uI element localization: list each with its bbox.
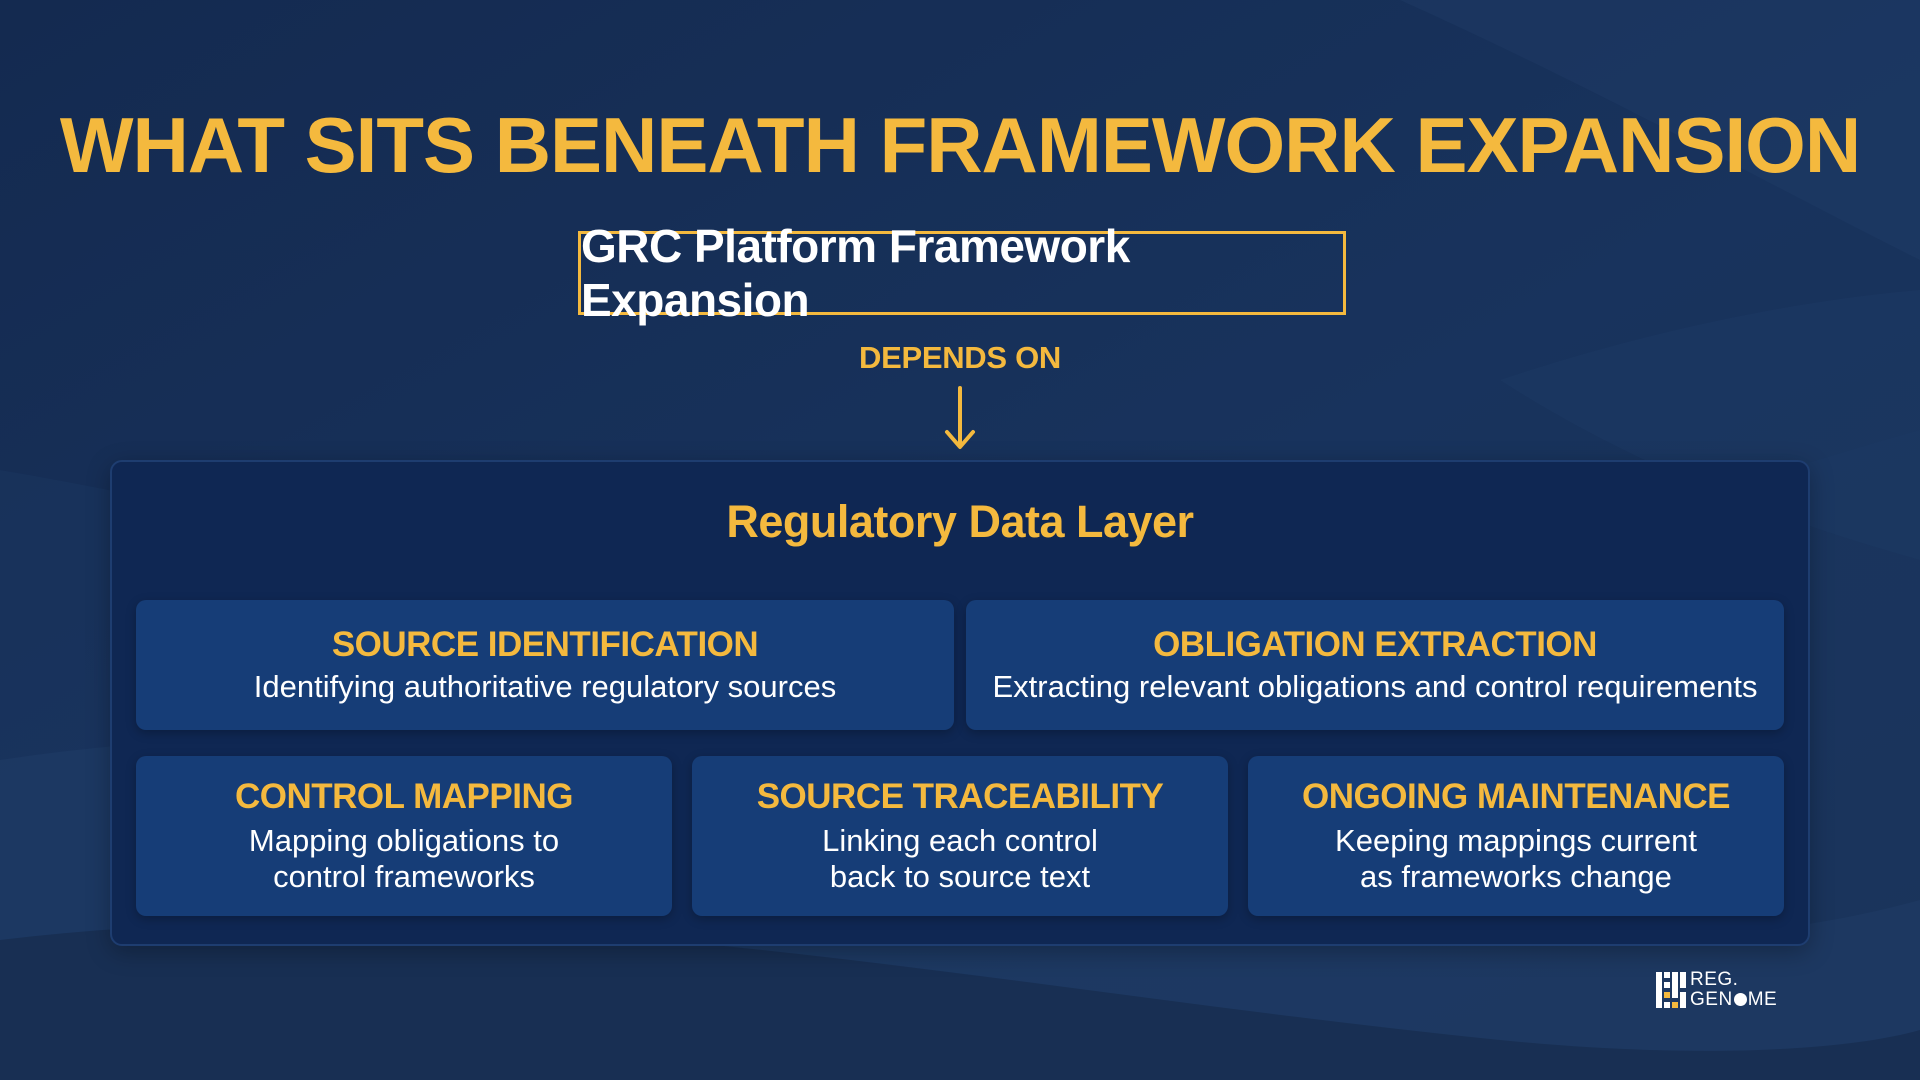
card-title: CONTROL MAPPING [235, 777, 573, 817]
card-description: Identifying authoritative regulatory sou… [253, 669, 837, 705]
card-title: SOURCE TRACEABILITY [756, 777, 1164, 817]
page-title: WHAT SITS BENEATH FRAMEWORK EXPANSION [59, 101, 1861, 189]
card-obligation-extraction: OBLIGATION EXTRACTION Extracting relevan… [966, 600, 1784, 730]
logo-text: REG. GEN ME [1690, 970, 1777, 1010]
card-source-traceability: SOURCE TRACEABILITY Linking each control… [692, 756, 1228, 916]
top-box-label: GRC Platform Framework Expansion [581, 220, 1130, 326]
card-description: Extracting relevant obligations and cont… [992, 669, 1758, 705]
card-control-mapping: CONTROL MAPPING Mapping obligations to c… [136, 756, 672, 916]
reg-genome-logo: REG. GEN ME [1656, 970, 1796, 1014]
card-title: SOURCE IDENTIFICATION [331, 625, 759, 665]
card-title: OBLIGATION EXTRACTION [1153, 625, 1597, 665]
card-source-identification: SOURCE IDENTIFICATION Identifying author… [136, 600, 954, 730]
depends-on-label: DEPENDS ON [859, 340, 1061, 375]
logo-mark-icon [1656, 972, 1686, 1008]
card-description: Keeping mappings current as frameworks c… [1335, 823, 1697, 895]
layer-title: Regulatory Data Layer [726, 496, 1194, 547]
logo-dot-icon [1733, 993, 1747, 1006]
card-title: ONGOING MAINTENANCE [1302, 777, 1731, 817]
top-box-framework-expansion: GRC Platform Framework Expansion [578, 220, 1346, 326]
card-description: Linking each control back to source text [822, 823, 1098, 895]
card-ongoing-maintenance: ONGOING MAINTENANCE Keeping mappings cur… [1248, 756, 1784, 916]
logo-text-line2: GEN ME [1690, 989, 1778, 1010]
card-description: Mapping obligations to control framework… [248, 823, 560, 895]
arrow-down-icon [945, 386, 975, 449]
logo-text-line1: REG. [1690, 969, 1739, 990]
